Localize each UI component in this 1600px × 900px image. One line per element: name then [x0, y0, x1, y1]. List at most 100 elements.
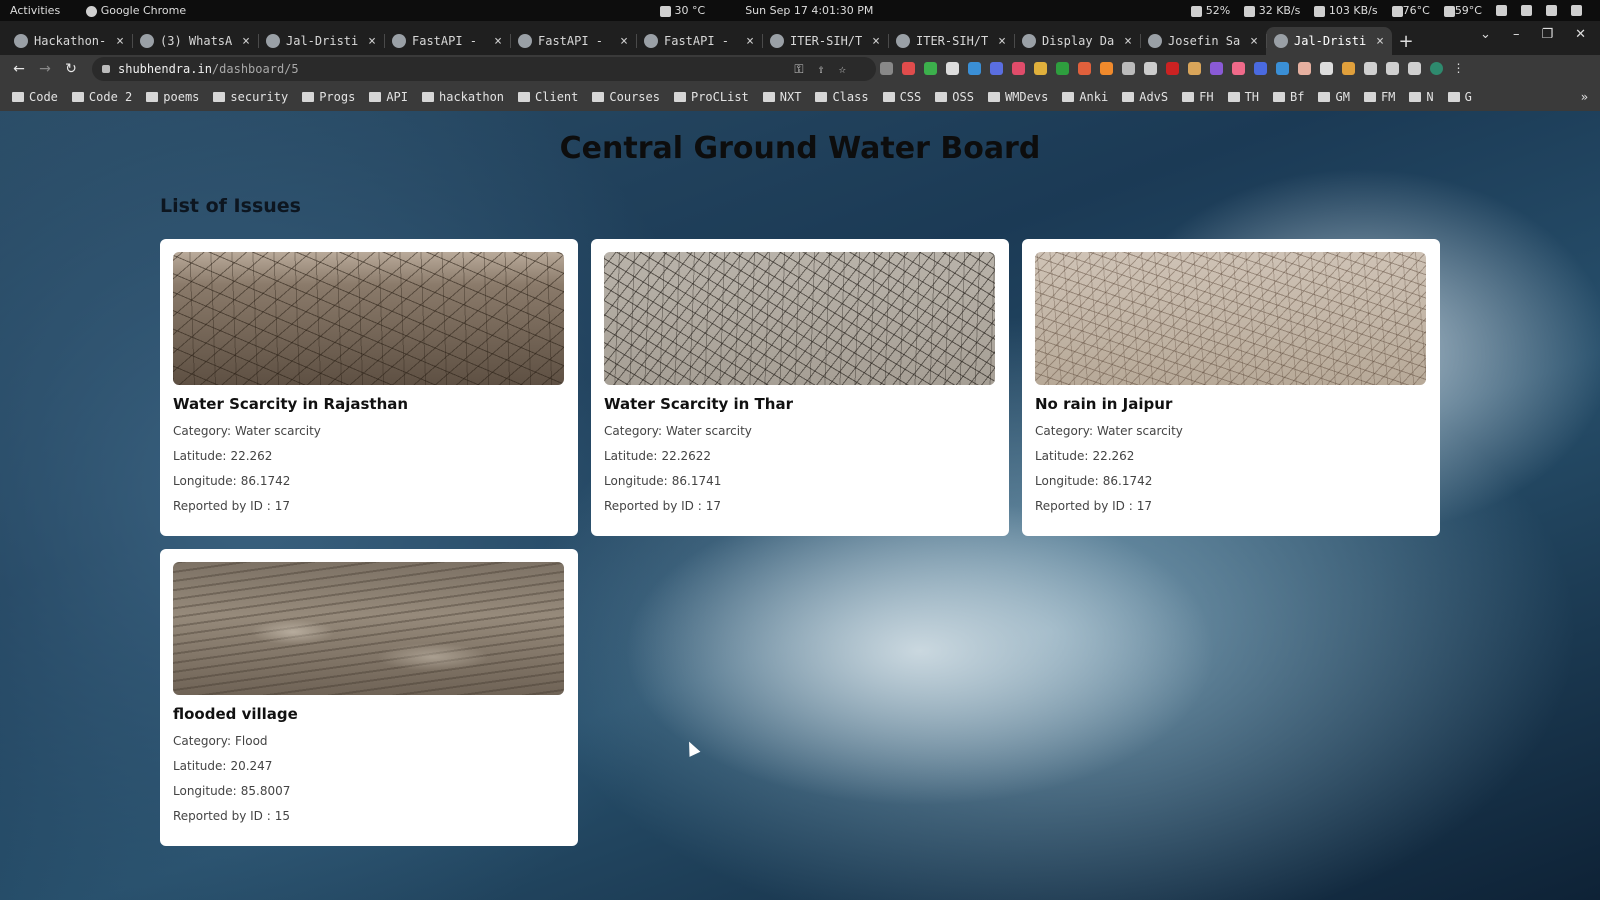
- bookmark-item[interactable]: WMDevs: [987, 90, 1048, 104]
- power-icon[interactable]: [1571, 5, 1582, 16]
- extension-icon[interactable]: [1320, 62, 1333, 75]
- close-tab-icon[interactable]: ×: [494, 34, 502, 49]
- bookmark-item[interactable]: OSS: [935, 90, 974, 104]
- address-bar[interactable]: shubhendra.in/dashboard/5 ⚿ ⇪ ☆: [92, 57, 876, 81]
- close-tab-icon[interactable]: ×: [116, 34, 124, 49]
- activities-button[interactable]: Activities: [10, 4, 60, 17]
- bookmark-item[interactable]: Client: [518, 90, 578, 104]
- volume-icon[interactable]: [1546, 5, 1557, 16]
- extension-icon[interactable]: [990, 62, 1003, 75]
- close-tab-icon[interactable]: ×: [746, 34, 754, 49]
- browser-tab[interactable]: Josefin Sa ×: [1140, 27, 1266, 55]
- extension-icon[interactable]: [1254, 62, 1267, 75]
- bookmark-item[interactable]: API: [369, 90, 408, 104]
- extension-icon[interactable]: [1144, 62, 1157, 75]
- bookmark-item[interactable]: Courses: [592, 90, 660, 104]
- close-tab-icon[interactable]: ×: [1376, 34, 1384, 49]
- extension-icon[interactable]: [1210, 62, 1223, 75]
- browser-tab[interactable]: ITER-SIH/T ×: [888, 27, 1014, 55]
- bookmark-item[interactable]: FM: [1363, 90, 1395, 104]
- extension-icon[interactable]: [968, 62, 981, 75]
- close-tab-icon[interactable]: ×: [872, 34, 880, 49]
- browser-tab[interactable]: (3) WhatsA ×: [132, 27, 258, 55]
- extension-icon[interactable]: [946, 62, 959, 75]
- more-menu-icon[interactable]: ⋮: [1452, 62, 1465, 75]
- browser-tab[interactable]: FastAPI - ×: [384, 27, 510, 55]
- extension-icon[interactable]: [1078, 62, 1091, 75]
- bookmark-item[interactable]: CSS: [882, 90, 921, 104]
- profile-avatar-icon[interactable]: [1430, 62, 1443, 75]
- bookmark-star-icon[interactable]: ☆: [839, 62, 846, 77]
- browser-tab[interactable]: Jal-Dristi ×: [258, 27, 384, 55]
- bookmark-item[interactable]: N: [1409, 90, 1434, 104]
- reload-button[interactable]: ↻: [58, 61, 84, 77]
- download-icon[interactable]: [1386, 62, 1399, 75]
- extension-icon[interactable]: [924, 62, 937, 75]
- browser-tab[interactable]: FastAPI - ×: [636, 27, 762, 55]
- close-tab-icon[interactable]: ×: [1124, 34, 1132, 49]
- bookmark-item[interactable]: TH: [1227, 90, 1259, 104]
- bookmark-item[interactable]: Code: [12, 90, 58, 104]
- close-tab-icon[interactable]: ×: [1250, 34, 1258, 49]
- tab-search-icon[interactable]: ⌄: [1480, 27, 1491, 42]
- bookmark-item[interactable]: poems: [146, 90, 199, 104]
- extension-icon[interactable]: [1166, 62, 1179, 75]
- extension-icon[interactable]: [1122, 62, 1135, 75]
- extension-icon[interactable]: [1276, 62, 1289, 75]
- extension-icon[interactable]: [1298, 62, 1311, 75]
- extension-icon[interactable]: [1342, 62, 1355, 75]
- bookmark-item[interactable]: Code 2: [71, 90, 132, 104]
- bookmark-item[interactable]: GM: [1318, 90, 1350, 104]
- url-path: /dashboard/5: [211, 62, 299, 76]
- extensions-puzzle-icon[interactable]: [1364, 62, 1377, 75]
- lock-icon[interactable]: [102, 65, 110, 73]
- bookmark-item[interactable]: Class: [815, 90, 869, 104]
- bookmark-item[interactable]: NXT: [762, 90, 801, 104]
- latitude-value: 22.2622: [661, 449, 712, 463]
- browser-tab[interactable]: ITER-SIH/T ×: [762, 27, 888, 55]
- bookmark-item[interactable]: Bf: [1273, 90, 1304, 104]
- browser-tab[interactable]: Display Da ×: [1014, 27, 1140, 55]
- browser-tab[interactable]: FastAPI - ×: [510, 27, 636, 55]
- forward-button[interactable]: →: [32, 61, 58, 77]
- share-icon[interactable]: ⇪: [818, 62, 825, 77]
- restore-icon[interactable]: ❐: [1541, 27, 1553, 42]
- close-tab-icon[interactable]: ×: [368, 34, 376, 49]
- bookmark-item[interactable]: ProCList: [673, 90, 749, 104]
- extension-icon[interactable]: [1496, 5, 1507, 16]
- browser-tab[interactable]: Hackathon- ×: [6, 27, 132, 55]
- browser-tab[interactable]: Jal-Dristi ×: [1266, 27, 1392, 55]
- wifi-icon[interactable]: [1521, 5, 1532, 16]
- bookmark-item[interactable]: Progs: [302, 90, 355, 104]
- extension-icon[interactable]: [902, 62, 915, 75]
- key-icon[interactable]: ⚿: [794, 62, 803, 77]
- close-window-icon[interactable]: ✕: [1575, 27, 1586, 42]
- side-panel-icon[interactable]: [1408, 62, 1421, 75]
- extension-icon[interactable]: [880, 62, 893, 75]
- extension-icon[interactable]: [1012, 62, 1025, 75]
- extension-icon[interactable]: [1232, 62, 1245, 75]
- minimize-icon[interactable]: –: [1513, 27, 1520, 42]
- weather-indicator[interactable]: 30 °C: [660, 4, 705, 17]
- bookmark-item[interactable]: AdvS: [1122, 90, 1168, 104]
- app-menu[interactable]: Google Chrome: [86, 4, 186, 17]
- bookmarks-overflow-icon[interactable]: »: [1581, 90, 1588, 104]
- new-tab-button[interactable]: +: [1392, 27, 1420, 55]
- back-button[interactable]: ←: [6, 61, 32, 77]
- close-tab-icon[interactable]: ×: [242, 34, 250, 49]
- close-tab-icon[interactable]: ×: [998, 34, 1006, 49]
- clock[interactable]: Sun Sep 17 4:01:30 PM: [745, 4, 873, 17]
- bookmark-item[interactable]: FH: [1182, 90, 1214, 104]
- window-controls: ⌄ – ❐ ✕: [1480, 27, 1586, 42]
- bookmark-item[interactable]: hackathon: [422, 90, 504, 104]
- bookmark-item[interactable]: Anki: [1062, 90, 1108, 104]
- extension-icon[interactable]: [1056, 62, 1069, 75]
- bookmark-item[interactable]: G: [1447, 90, 1472, 104]
- bookmark-item[interactable]: security: [213, 90, 288, 104]
- extension-icon[interactable]: [1188, 62, 1201, 75]
- extension-icon[interactable]: [1034, 62, 1047, 75]
- fastapi-icon: [392, 34, 406, 48]
- extension-icon[interactable]: [1100, 62, 1113, 75]
- close-tab-icon[interactable]: ×: [620, 34, 628, 49]
- battery-indicator[interactable]: 52%: [1191, 4, 1230, 17]
